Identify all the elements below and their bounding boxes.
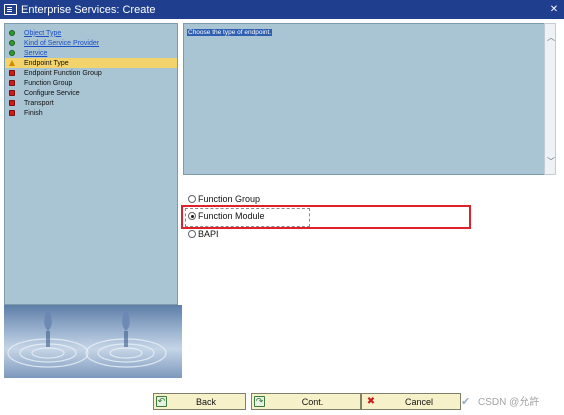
continue-arrow-icon: ↷ bbox=[254, 396, 265, 407]
cancel-button[interactable]: ✖ Cancel bbox=[361, 393, 461, 410]
red-annotation-box bbox=[181, 205, 471, 229]
step-label: Endpoint Type bbox=[24, 59, 69, 67]
radio-function-group[interactable]: Function Group bbox=[188, 194, 260, 204]
step-todo-icon bbox=[9, 100, 15, 106]
step-todo-icon bbox=[9, 70, 15, 76]
step-finish: Finish bbox=[5, 108, 177, 118]
step-done-icon bbox=[9, 40, 15, 46]
step-function-group: Function Group bbox=[5, 78, 177, 88]
cancel-x-icon: ✖ bbox=[366, 396, 376, 407]
description-text: Choose the type of endpoint. bbox=[187, 29, 273, 36]
water-drop-illustration bbox=[4, 305, 182, 378]
step-object-type[interactable]: Object Type bbox=[5, 28, 177, 38]
radio-bapi[interactable]: BAPI bbox=[188, 229, 219, 239]
step-kind-of-service-provider[interactable]: Kind of Service Provider bbox=[5, 38, 177, 48]
radio-label: Function Group bbox=[198, 194, 261, 204]
back-arrow-icon: ↶ bbox=[156, 396, 167, 407]
step-todo-icon bbox=[9, 110, 15, 116]
step-done-icon bbox=[9, 30, 15, 36]
close-icon[interactable]: ✕ bbox=[547, 3, 561, 17]
roadmap-panel: Object Type Kind of Service Provider Ser… bbox=[4, 23, 178, 305]
step-label: Transport bbox=[24, 99, 54, 107]
continue-button[interactable]: ↷ Cont. bbox=[251, 393, 361, 410]
window-icon bbox=[4, 4, 17, 15]
step-label: Kind of Service Provider bbox=[24, 39, 100, 47]
description-panel: Choose the type of endpoint. bbox=[183, 23, 547, 175]
tick-pair-icon[interactable]: ✔ bbox=[461, 395, 475, 408]
back-button-label: Back bbox=[195, 396, 216, 407]
step-label: Configure Service bbox=[24, 89, 80, 97]
step-current-icon bbox=[9, 60, 15, 66]
step-label: Object Type bbox=[24, 29, 62, 37]
step-configure-service: Configure Service bbox=[5, 88, 177, 98]
chevron-up-icon[interactable]: ︿ bbox=[546, 32, 556, 42]
step-endpoint-function-group: Endpoint Function Group bbox=[5, 68, 177, 78]
step-service[interactable]: Service bbox=[5, 48, 177, 58]
chevron-down-icon[interactable]: ﹀ bbox=[546, 156, 556, 166]
radio-unchecked-icon[interactable] bbox=[188, 195, 196, 203]
step-transport: Transport bbox=[5, 98, 177, 108]
step-done-icon bbox=[9, 50, 15, 56]
radio-label: BAPI bbox=[198, 229, 219, 239]
step-label: Finish bbox=[24, 109, 43, 117]
radio-unchecked-icon[interactable] bbox=[188, 230, 196, 238]
step-label: Service bbox=[24, 49, 48, 57]
window-title: Enterprise Services: Create bbox=[21, 3, 156, 16]
step-endpoint-type: Endpoint Type bbox=[5, 58, 177, 68]
back-button[interactable]: ↶ Back bbox=[153, 393, 246, 410]
step-label: Function Group bbox=[24, 79, 73, 87]
window-titlebar: Enterprise Services: Create ✕ bbox=[0, 0, 564, 19]
step-todo-icon bbox=[9, 90, 15, 96]
watermark: CSDN @允許 bbox=[478, 397, 540, 408]
step-todo-icon bbox=[9, 80, 15, 86]
description-scrollbar[interactable]: ︿ ﹀ bbox=[544, 23, 556, 175]
cancel-button-label: Cancel bbox=[404, 396, 433, 407]
step-label: Endpoint Function Group bbox=[24, 69, 102, 77]
continue-button-label: Cont. bbox=[301, 396, 324, 407]
